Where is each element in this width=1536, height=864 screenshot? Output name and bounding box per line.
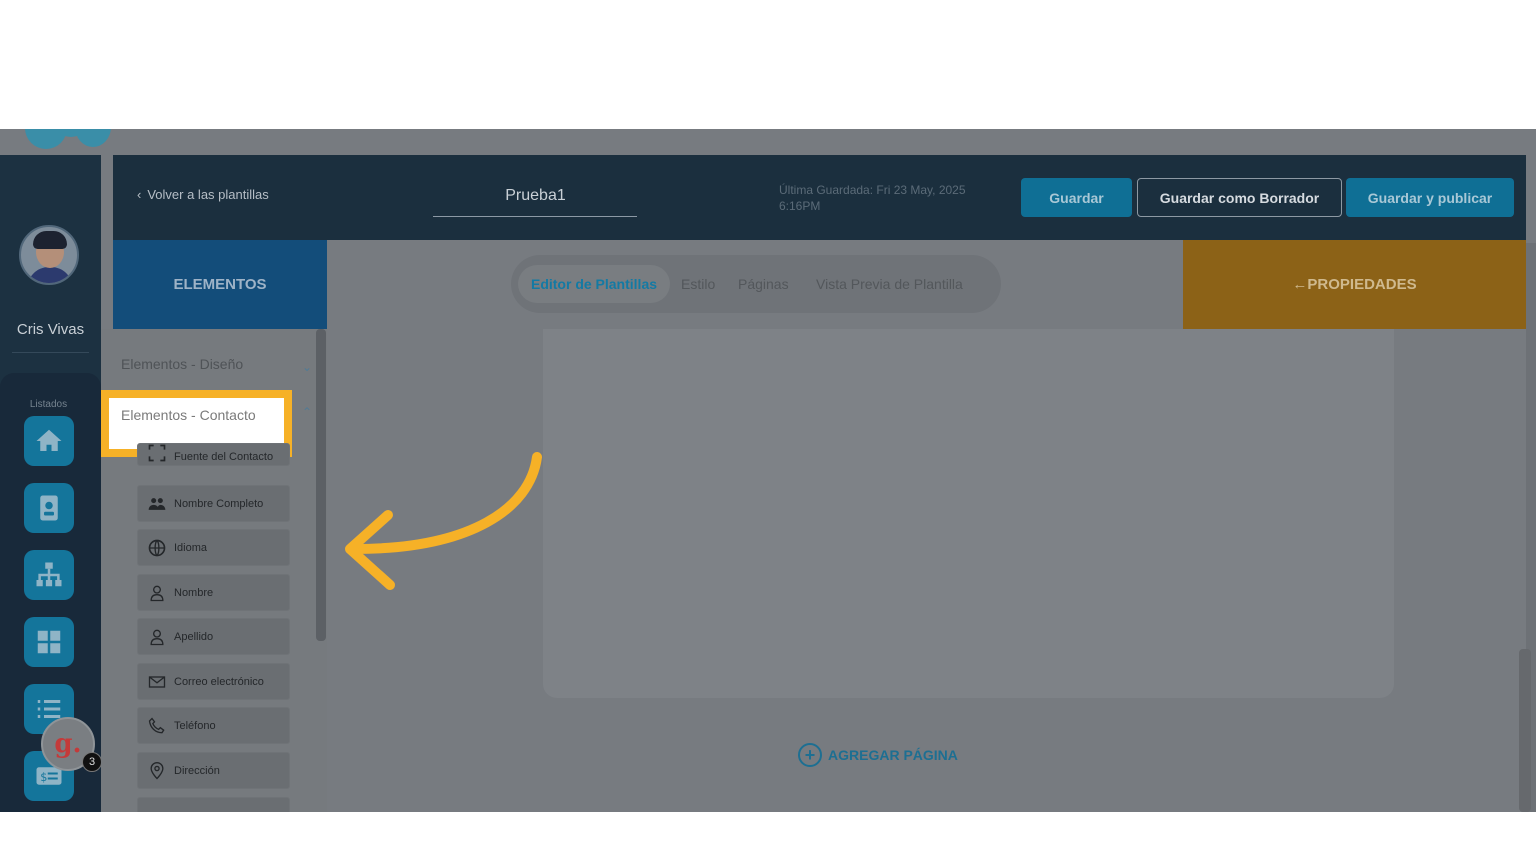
home-icon (36, 429, 62, 451)
tutorial-arrow-icon (345, 452, 542, 590)
grid-icon (37, 630, 61, 654)
save-publish-button[interactable]: Guardar y publicar (1346, 178, 1514, 217)
section-contact-label: Elementos - Contacto (121, 407, 256, 423)
back-to-templates-link[interactable]: ‹ Volver a las plantillas (137, 187, 269, 202)
element-item-first-name[interactable]: Nombre (137, 574, 290, 611)
templates-button[interactable] (24, 617, 74, 667)
logo (25, 129, 113, 149)
left-rail: Cris Vivas Listados $ (0, 155, 101, 812)
elements-panel: Elementos - Diseño ⌄ ⌃ Elementos - Conta… (101, 329, 327, 812)
notification-count-badge: 3 (82, 752, 102, 772)
sitemap-icon (36, 562, 62, 587)
element-item-last-name[interactable]: Apellido (137, 618, 290, 655)
title-underline (433, 216, 637, 217)
elements-scrollbar[interactable] (316, 329, 326, 641)
save-button[interactable]: Guardar (1021, 178, 1132, 217)
contacts-button[interactable] (24, 483, 74, 533)
add-page-button[interactable]: + AGREGAR PÁGINA (798, 743, 958, 767)
page-scrollbar[interactable] (1519, 649, 1531, 812)
properties-tab[interactable]: ← PROPIEDADES (1183, 240, 1526, 329)
tab-template-editor[interactable]: Editor de Plantillas (518, 265, 670, 303)
rail-section-label: Listados (29, 399, 68, 410)
back-label: Volver a las plantillas (147, 187, 269, 202)
chevron-up-icon: ⌃ (302, 405, 313, 419)
users-icon (148, 497, 166, 510)
element-item-phone[interactable]: Teléfono (137, 707, 290, 744)
chevron-down-icon: ⌄ (302, 360, 313, 374)
app-frame: Cris Vivas Listados $ g. 3 ‹ Volver a la… (0, 129, 1536, 812)
id-badge-icon (40, 495, 58, 521)
editor-tabs: Editor de Plantillas Estilo Páginas Vist… (511, 255, 1001, 313)
rail-divider (12, 352, 89, 353)
user-name: Cris Vivas (16, 321, 85, 338)
element-item-full-name[interactable]: Nombre Completo (137, 485, 290, 522)
elements-tab[interactable]: ELEMENTOS (113, 240, 327, 329)
home-button[interactable] (24, 416, 74, 466)
organization-button[interactable] (24, 550, 74, 600)
svg-text:$: $ (40, 771, 47, 784)
tab-template-preview[interactable]: Vista Previa de Plantilla (816, 265, 963, 303)
location-pin-icon (150, 761, 164, 779)
chevron-left-icon: ‹ (137, 187, 142, 202)
element-item-email[interactable]: Correo electrónico (137, 663, 290, 700)
phone-icon (148, 716, 165, 733)
scan-icon (148, 444, 166, 462)
element-item-language[interactable]: Idioma (137, 529, 290, 566)
person-icon (150, 585, 164, 601)
element-item-address[interactable]: Dirección (137, 752, 290, 789)
plus-circle-icon: + (798, 743, 822, 767)
globe-icon (148, 539, 166, 556)
element-item-more[interactable] (137, 797, 290, 812)
save-draft-button[interactable]: Guardar como Borrador (1137, 178, 1342, 217)
envelope-icon (148, 675, 166, 688)
person-icon (150, 629, 164, 645)
last-saved-text: Última Guardada: Fri 23 May, 2025 6:16PM (779, 183, 966, 213)
section-design-toggle[interactable]: Elementos - Diseño (121, 356, 243, 372)
template-page-canvas[interactable] (543, 329, 1394, 698)
tab-pages[interactable]: Páginas (738, 265, 789, 303)
template-name-input[interactable]: Prueba1 (434, 187, 637, 205)
tab-style[interactable]: Estilo (681, 265, 715, 303)
element-item-source[interactable]: Fuente del Contacto (137, 443, 290, 466)
arrow-left-icon: ← (1292, 276, 1308, 293)
avatar[interactable] (19, 225, 79, 285)
